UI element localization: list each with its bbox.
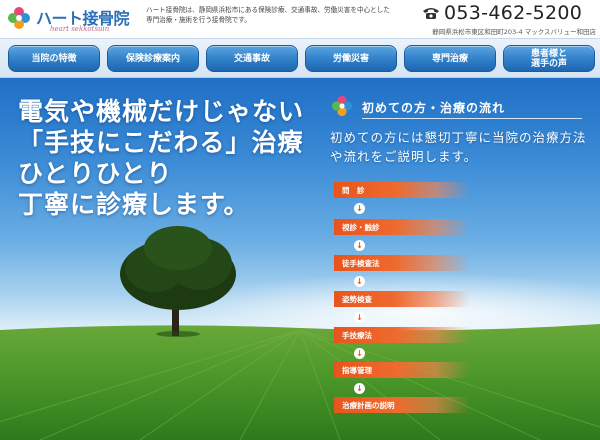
hero-banner: 電気や機械だけじゃない 「手技にこだわる」治療 ひとりひとり 丁寧に診療します。… [0, 78, 600, 440]
hero-headline: 電気や機械だけじゃない 「手技にこだわる」治療 ひとりひとり 丁寧に診療します。 [18, 96, 304, 220]
arrow-down-icon: ↓ [354, 203, 365, 214]
flow-step-visual-palpation[interactable]: 視診・触診 [334, 219, 470, 235]
main-nav: 当院の特徴 保険診療案内 交通事故 労働災害 専門治療 患者様と 選手の声 [0, 38, 600, 78]
flow-step-manual-test[interactable]: 徒手検査法 [334, 255, 470, 271]
contact-block: 053-462-5200 静岡県浜松市東区和田町203-4 マックスバリュー和田… [420, 2, 598, 36]
headline-line: ひとりひとり [18, 159, 173, 188]
flow-description: 初めての方には懇切丁寧に当院の治療方法や流れをご説明します。 [330, 130, 587, 164]
arrow-down-icon: ↓ [354, 312, 365, 323]
nav-item-insurance[interactable]: 保険診療案内 [107, 45, 199, 72]
phone-icon [423, 8, 439, 19]
nav-item-voices[interactable]: 患者様と 選手の声 [503, 45, 595, 72]
phone-number[interactable]: 053-462-5200 [444, 2, 582, 24]
site-header: ハート接骨院 heart sekkotsuin ハート接骨院は、静岡県浜松市にあ… [0, 0, 600, 38]
nav-item-features[interactable]: 当院の特徴 [8, 45, 100, 72]
flow-step-guidance[interactable]: 指導管理 [334, 362, 470, 378]
flow-step-plan[interactable]: 治療計画の説明 [334, 397, 470, 413]
nav-item-traffic-accident[interactable]: 交通事故 [206, 45, 298, 72]
logo-subtitle: heart sekkotsuin [50, 25, 110, 33]
nav-item-special-treatment[interactable]: 専門治療 [404, 45, 496, 72]
headline-line: 電気や機械だけじゃない [18, 97, 305, 126]
flow-step-posture[interactable]: 姿勢検査 [334, 291, 470, 307]
flow-header: 初めての方・治療の流れ [328, 94, 590, 124]
arrow-down-icon: ↓ [354, 383, 365, 394]
divider [362, 118, 582, 119]
four-leaf-icon [8, 7, 30, 29]
flow-step-interview[interactable]: 問 診 [334, 182, 470, 198]
flow-title[interactable]: 初めての方・治療の流れ [362, 99, 505, 116]
headline-line: 「手技にこだわる」治療 [18, 128, 304, 157]
arrow-down-icon: ↓ [354, 348, 365, 359]
arrow-down-icon: ↓ [354, 276, 365, 287]
intro-text: ハート接骨院は、静岡県浜松市にある保険診療、交通事故、労働災害を中心とした専門治… [146, 6, 390, 24]
nav-item-work-accident[interactable]: 労働災害 [305, 45, 397, 72]
address: 静岡県浜松市東区和田町203-4 マックスバリュー和田店 [432, 28, 596, 36]
headline-line: 丁寧に診療します。 [18, 190, 250, 219]
arrow-down-icon: ↓ [354, 240, 365, 251]
site-logo[interactable]: ハート接骨院 heart sekkotsuin [4, 2, 142, 36]
four-leaf-icon [331, 95, 353, 117]
flow-step-manual-therapy[interactable]: 手技療法 [334, 327, 470, 343]
